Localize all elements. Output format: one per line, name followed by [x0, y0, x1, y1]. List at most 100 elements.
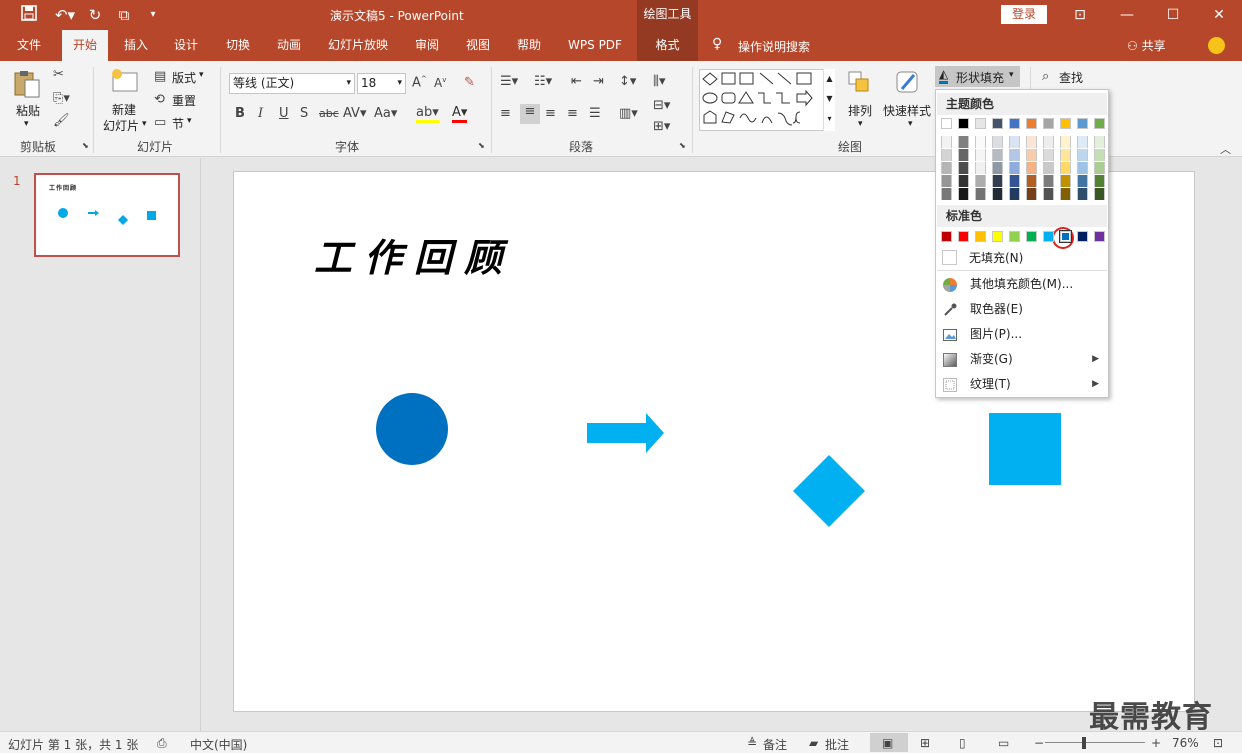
maximize-icon[interactable]: ☐ — [1158, 3, 1188, 27]
theme-shade-swatch[interactable] — [1043, 136, 1054, 148]
section-icon[interactable]: ▭ — [154, 115, 166, 130]
shape-fill-button[interactable]: ◭ 形状填充 ▾ — [935, 66, 1020, 87]
theme-shade-swatch[interactable] — [1094, 162, 1105, 174]
save-icon[interactable] — [18, 5, 40, 25]
theme-shade-swatch[interactable] — [992, 162, 1003, 174]
copy-icon[interactable]: ⎘▾ — [53, 91, 70, 106]
paste-dropdown-icon[interactable]: ▾ — [24, 119, 29, 129]
columns-icon[interactable]: ▥▾ — [619, 106, 638, 121]
font-size-select[interactable]: 18 ▾ — [357, 73, 406, 94]
theme-shade-swatch[interactable] — [958, 175, 969, 187]
standard-color-swatch[interactable] — [1043, 231, 1054, 242]
theme-shade-swatch[interactable] — [1043, 188, 1054, 200]
theme-shade-swatch[interactable] — [992, 188, 1003, 200]
tab-file[interactable]: 文件 — [8, 30, 50, 61]
clipboard-icon[interactable] — [12, 69, 46, 99]
smiley-icon[interactable] — [1208, 37, 1225, 54]
paragraph-launcher-icon[interactable]: ⬊ — [679, 141, 686, 150]
find-icon[interactable]: ⌕ — [1042, 69, 1049, 84]
theme-shade-swatch[interactable] — [1026, 175, 1037, 187]
arrange-button[interactable]: 排列 — [848, 102, 872, 119]
justify-icon[interactable]: ≡ — [567, 106, 578, 121]
customize-icon[interactable]: ▾ — [142, 5, 164, 25]
increase-indent-icon[interactable]: ⇥ — [593, 74, 604, 89]
gradient-item[interactable]: 渐变(G) ▶ — [937, 347, 1107, 372]
spellcheck-icon[interactable]: ⎙ — [157, 736, 167, 751]
distribute-icon[interactable]: ☰ — [589, 106, 601, 121]
theme-color-swatch[interactable] — [1077, 118, 1088, 129]
cut-icon[interactable]: ✂ — [53, 67, 64, 82]
zoom-out-icon[interactable]: − — [1034, 736, 1044, 750]
text-direction-icon[interactable]: ⫼▾ — [653, 74, 666, 89]
theme-color-swatch[interactable] — [958, 118, 969, 129]
theme-color-swatch[interactable] — [1094, 118, 1105, 129]
theme-shade-swatch[interactable] — [941, 162, 952, 174]
tab-animations[interactable]: 动画 — [269, 30, 309, 61]
language-status[interactable]: 中文(中国) — [190, 736, 247, 753]
standard-color-swatch-selected[interactable] — [1059, 230, 1072, 243]
notes-icon[interactable]: ≜ — [747, 736, 757, 750]
smartart-icon[interactable]: ⊞▾ — [653, 119, 670, 134]
bold-icon[interactable]: B — [235, 106, 245, 121]
slideshow-view-icon[interactable]: ▭ — [998, 736, 1009, 750]
align-center-icon[interactable]: ≡ — [520, 104, 540, 124]
char-spacing-icon[interactable]: AV▾ — [343, 106, 366, 121]
no-fill-swatch[interactable] — [942, 250, 957, 265]
theme-shade-swatch[interactable] — [1026, 162, 1037, 174]
theme-shade-swatch[interactable] — [992, 175, 1003, 187]
square-shape[interactable] — [989, 413, 1061, 485]
clipboard-launcher-icon[interactable]: ⬊ — [82, 141, 89, 150]
no-fill-option[interactable]: 无填充(N) — [969, 249, 1023, 266]
theme-shade-swatch[interactable] — [1026, 136, 1037, 148]
theme-shade-swatch[interactable] — [992, 149, 1003, 161]
theme-shade-swatch[interactable] — [958, 188, 969, 200]
theme-shade-swatch[interactable] — [1077, 149, 1088, 161]
arrange-dropdown-icon[interactable]: ▾ — [858, 119, 863, 129]
standard-color-swatch[interactable] — [1094, 231, 1105, 242]
theme-color-swatch[interactable] — [1043, 118, 1054, 129]
tab-view[interactable]: 视图 — [458, 30, 498, 61]
minimize-icon[interactable]: — — [1112, 3, 1142, 27]
change-case-icon[interactable]: Aa▾ — [374, 106, 397, 121]
slideshow-icon[interactable]: ⧉ — [113, 5, 135, 25]
theme-shade-swatch[interactable] — [1077, 162, 1088, 174]
new-slide-label[interactable]: 新建 — [112, 101, 136, 118]
theme-shade-swatch[interactable] — [1009, 149, 1020, 161]
theme-shade-swatch[interactable] — [1026, 149, 1037, 161]
quick-styles-dropdown-icon[interactable]: ▾ — [908, 119, 913, 129]
line-spacing-icon[interactable]: ↕▾ — [619, 74, 636, 89]
shapes-gallery[interactable] — [699, 69, 835, 131]
tab-home[interactable]: 开始 — [62, 30, 108, 61]
theme-shade-swatch[interactable] — [958, 149, 969, 161]
collapse-ribbon-icon[interactable]: ︿ — [1220, 141, 1231, 157]
undo-icon[interactable]: ↶▾ — [50, 5, 80, 25]
standard-color-swatch[interactable] — [1009, 231, 1020, 242]
align-right-icon[interactable]: ≡ — [545, 106, 556, 121]
tab-wps-pdf[interactable]: WPS PDF — [562, 30, 628, 61]
zoom-level[interactable]: 76% — [1172, 736, 1199, 750]
standard-color-swatch[interactable] — [958, 231, 969, 242]
quick-styles-button[interactable]: 快速样式 — [883, 102, 931, 119]
theme-color-swatch[interactable] — [1060, 118, 1071, 129]
reading-view-icon[interactable]: ▯ — [959, 736, 966, 750]
texture-item[interactable]: 纹理(T) ▶ — [937, 372, 1107, 397]
theme-shade-swatch[interactable] — [975, 149, 986, 161]
theme-shade-swatch[interactable] — [1009, 162, 1020, 174]
tab-design[interactable]: 设计 — [166, 30, 206, 61]
theme-shade-swatch[interactable] — [1043, 149, 1054, 161]
theme-shade-swatch[interactable] — [975, 188, 986, 200]
comments-button[interactable]: 批注 — [825, 736, 849, 753]
slide-sorter-icon[interactable]: ⊞ — [920, 736, 930, 750]
slide-thumbnail[interactable]: 工作回顾 — [34, 173, 180, 257]
theme-shade-swatch[interactable] — [1009, 136, 1020, 148]
standard-color-swatch[interactable] — [1026, 231, 1037, 242]
new-slide-dropdown-icon[interactable]: ▾ — [142, 119, 147, 129]
font-name-select[interactable]: 等线 (正文) ▾ — [229, 73, 355, 94]
theme-shade-swatch[interactable] — [1060, 149, 1071, 161]
theme-color-swatch[interactable] — [1009, 118, 1020, 129]
theme-shade-swatch[interactable] — [941, 136, 952, 148]
close-icon[interactable]: ✕ — [1204, 3, 1234, 27]
highlight-icon[interactable]: ab▾ — [416, 106, 439, 123]
arrow-shape[interactable] — [587, 413, 664, 453]
italic-icon[interactable]: I — [258, 106, 263, 121]
